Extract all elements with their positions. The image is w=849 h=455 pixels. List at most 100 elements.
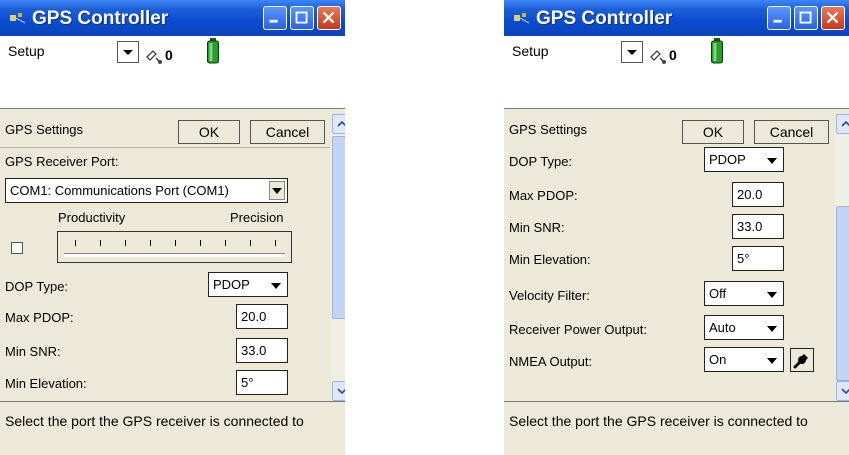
min-snr-value: 33.0: [241, 343, 267, 358]
battery-icon: [207, 38, 219, 64]
scroll-down-button[interactable]: [836, 381, 849, 401]
minimize-button[interactable]: [767, 6, 791, 30]
dop-type-select[interactable]: PDOP: [704, 147, 784, 172]
window-title: GPS Controller: [32, 8, 169, 29]
receiver-power-label: Receiver Power Output:: [509, 322, 648, 337]
setup-menu[interactable]: Setup: [512, 43, 549, 59]
nmea-output-select[interactable]: On: [704, 347, 784, 372]
nmea-output-value: On: [709, 352, 727, 367]
chevron-down-icon: [767, 292, 777, 298]
setup-dropdown-button[interactable]: [117, 41, 139, 63]
chevron-down-icon: [627, 50, 637, 55]
scroll-thumb[interactable]: [332, 136, 345, 319]
title-bar: GPS Controller: [0, 0, 345, 36]
gps-app-icon: [514, 13, 530, 24]
max-pdop-input[interactable]: 20.0: [236, 304, 288, 329]
max-pdop-value: 20.0: [737, 187, 763, 202]
velocity-filter-select[interactable]: Off: [704, 281, 784, 306]
chevron-up-icon: [337, 121, 345, 127]
chevron-down-icon: [123, 50, 133, 55]
menu-bar: Setup 0: [504, 36, 849, 71]
dop-type-value: PDOP: [709, 152, 746, 167]
min-snr-label: Min SNR:: [5, 344, 61, 359]
setup-menu[interactable]: Setup: [8, 43, 45, 59]
accuracy-checkbox[interactable]: [11, 242, 23, 254]
chevron-down-icon: [767, 358, 777, 364]
settings-panel: GPS Settings OK Cancel GPS Receiver Port…: [0, 114, 330, 401]
close-button[interactable]: [317, 6, 341, 30]
min-elevation-value: 5°: [241, 375, 254, 390]
cancel-button[interactable]: Cancel: [250, 120, 325, 144]
max-pdop-label: Max PDOP:: [509, 188, 578, 203]
dop-type-label: DOP Type:: [5, 279, 69, 294]
chevron-down-icon[interactable]: [269, 181, 285, 200]
ok-button[interactable]: OK: [682, 120, 744, 144]
minimize-icon: [269, 19, 278, 23]
gps-app-icon: [10, 13, 26, 24]
divider: [0, 147, 330, 148]
satellite-icon: [146, 50, 162, 64]
minimize-icon: [773, 19, 782, 23]
gps-controller-window-right: GPS Controller Setup 0 GPS Settings OK C…: [504, 0, 849, 455]
close-icon: [826, 11, 839, 24]
maximize-button[interactable]: [794, 6, 818, 30]
velocity-filter-label: Velocity Filter:: [509, 288, 590, 303]
min-elevation-input[interactable]: 5°: [236, 370, 288, 395]
receiver-port-value: COM1: Communications Port (COM1): [10, 183, 229, 198]
productivity-precision-slider[interactable]: [57, 231, 292, 263]
scroll-thumb[interactable]: [836, 206, 849, 381]
max-pdop-value: 20.0: [241, 309, 267, 324]
status-bar: Select the port the GPS receiver is conn…: [0, 401, 345, 455]
receiver-power-value: Auto: [709, 320, 736, 335]
nmea-output-label: NMEA Output:: [509, 354, 593, 369]
battery-icon: [711, 38, 723, 64]
chevron-down-icon: [271, 283, 281, 289]
velocity-filter-value: Off: [709, 286, 727, 301]
title-bar: GPS Controller: [504, 0, 849, 36]
status-text: Select the port the GPS receiver is conn…: [5, 413, 304, 429]
min-snr-input[interactable]: 33.0: [236, 338, 288, 363]
chevron-down-icon: [337, 388, 345, 394]
receiver-port-label: GPS Receiver Port:: [5, 154, 119, 169]
ok-button[interactable]: OK: [178, 120, 240, 144]
satellite-count: 0: [669, 47, 677, 63]
maximize-icon: [799, 11, 812, 24]
close-icon: [322, 11, 335, 24]
minimize-button[interactable]: [263, 6, 287, 30]
dop-type-select[interactable]: PDOP: [208, 272, 288, 297]
satellite-icon: [650, 50, 666, 64]
blank-bar: [504, 70, 849, 109]
scroll-down-button[interactable]: [332, 381, 345, 401]
max-pdop-input[interactable]: 20.0: [732, 182, 784, 207]
vertical-scrollbar[interactable]: [835, 114, 849, 401]
panel-header: GPS Settings: [5, 122, 84, 137]
maximize-icon: [295, 11, 308, 24]
min-elevation-value: 5°: [737, 251, 750, 266]
receiver-power-select[interactable]: Auto: [704, 315, 784, 340]
maximize-button[interactable]: [290, 6, 314, 30]
window-title: GPS Controller: [536, 8, 673, 29]
chevron-up-icon: [841, 121, 849, 127]
scroll-up-button[interactable]: [332, 114, 345, 134]
status-text: Select the port the GPS receiver is conn…: [509, 413, 808, 429]
receiver-port-select[interactable]: COM1: Communications Port (COM1): [5, 178, 288, 203]
nmea-settings-button[interactable]: [790, 348, 814, 372]
max-pdop-label: Max PDOP:: [5, 310, 74, 325]
scroll-up-button[interactable]: [836, 114, 849, 134]
settings-panel: GPS Settings OK Cancel DOP Type: PDOP Ma…: [504, 114, 834, 401]
gps-controller-window-left: GPS Controller Setup 0 GPS Settings OK C…: [0, 0, 345, 455]
min-elevation-label: Min Elevation:: [509, 252, 591, 267]
close-button[interactable]: [821, 6, 845, 30]
cancel-button[interactable]: Cancel: [754, 120, 829, 144]
menu-bar: Setup 0: [0, 36, 345, 71]
min-elevation-label: Min Elevation:: [5, 376, 87, 391]
chevron-down-icon: [767, 158, 777, 164]
blank-bar: [0, 70, 345, 109]
chevron-down-icon: [767, 326, 777, 332]
vertical-scrollbar[interactable]: [331, 114, 345, 401]
panel-header: GPS Settings: [509, 122, 588, 137]
setup-dropdown-button[interactable]: [621, 41, 643, 63]
min-elevation-input[interactable]: 5°: [732, 246, 784, 271]
chevron-down-icon: [841, 388, 849, 394]
min-snr-input[interactable]: 33.0: [732, 214, 784, 239]
